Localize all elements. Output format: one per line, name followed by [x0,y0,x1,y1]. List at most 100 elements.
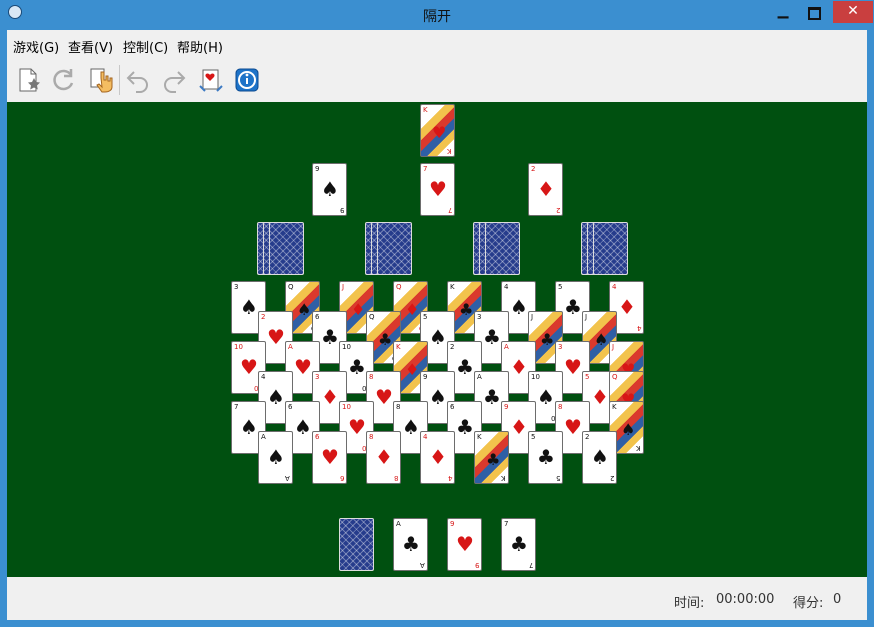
card-suit-icon: ♣ [456,355,474,379]
face-down-card [593,222,628,275]
card-suit-icon: ♥ [240,355,258,379]
card-suit-icon: ♠ [594,330,609,349]
card-suit-icon: ♠ [591,445,609,469]
card-rank-bottom: K [447,147,452,155]
playing-card[interactable]: 5♣5 [528,431,563,484]
card-suit-icon: ♥ [564,355,582,379]
card-suit-icon: ♣ [540,330,555,349]
maximize-button[interactable] [799,1,829,23]
card-suit-icon: ♣ [537,445,555,469]
card-rank: A [477,373,482,381]
card-suit-icon: ♥ [375,385,393,409]
card-rank: 9 [315,165,320,173]
card-suit-icon: ♣ [564,295,582,319]
playing-card[interactable]: A ♠ A [258,431,293,484]
card-suit-icon: ♦ [510,415,528,439]
undo-icon[interactable] [124,66,152,94]
toolbar [7,58,867,103]
playing-card[interactable]: 2 ♦ 2 [528,163,563,216]
card-suit-icon: ♠ [267,445,285,469]
card-suit-icon: ♦ [321,385,339,409]
card-suit-icon: ♠ [621,420,636,439]
new-game-icon[interactable] [14,66,42,94]
card-suit-icon: ♣ [378,330,393,349]
card-suit-icon: ♠ [294,415,312,439]
playing-card[interactable]: 8 ♦ 8 [366,431,401,484]
status-bar: 时间: 00:00:00 得分: 0 [7,577,867,620]
card-suit-icon: ♠ [402,415,420,439]
deal-cards-icon[interactable] [197,66,225,94]
card-suit-icon: ♥ [432,123,447,142]
card-suit-icon: ♠ [297,300,312,319]
card-rank: J [585,313,588,321]
card-suit-icon: ♣ [402,532,420,556]
card-rank: 6 [315,433,320,441]
card-suit-icon: ♦ [375,445,393,469]
card-rank: 5 [423,313,428,321]
card-rank: 3 [558,343,563,351]
card-rank: 5 [585,373,590,381]
card-suit-icon: ♦ [429,445,447,469]
window-title: 隔开 [423,9,451,25]
playing-card[interactable]: 2 ♠ 2 [582,431,617,484]
card-rank: 9 [423,373,428,381]
playing-card[interactable]: K ♥ K [420,104,455,157]
restart-icon[interactable] [50,66,78,94]
solitaire-window: 隔开 ▁ ✕ 游戏(G) 查看(V) 控制(C) 帮助(H) K ♥ K 9 ♠ 9 7 ♥ 7… [0,0,874,627]
playing-card[interactable]: 6 ♥ 6 [312,431,347,484]
card-rank: Q [396,283,402,291]
card-suit-icon: ♣ [486,450,501,469]
menu-bar: 游戏(G) 查看(V) 控制(C) 帮助(H) [7,30,867,58]
card-suit-icon: ♠ [537,385,555,409]
game-board: K♥K9♠97♥72♦23♠3Q♠QJ♦JQ♦QK♣K4♠45♣54♦42♥26… [7,102,867,577]
card-rank: 9 [450,520,455,528]
card-rank: 7 [423,165,428,173]
menu-game[interactable]: 游戏(G) [13,37,59,56]
minimize-button[interactable]: ▁ [768,1,798,23]
card-suit-icon: ♦ [405,360,420,379]
playing-card[interactable]: 9 ♥ 9 [447,518,482,571]
card-suit-icon: ♥ [429,177,447,201]
card-suit-icon: ♠ [240,295,258,319]
playing-card[interactable]: 4 ♦ 4 [420,431,455,484]
time-label: 时间: [674,596,705,611]
card-rank: 5 [558,283,563,291]
card-rank-bottom: 4 [447,474,452,482]
card-rank: 4 [504,283,509,291]
card-rank: 2 [531,165,536,173]
face-down-card [485,222,520,275]
card-suit-icon: ♥ [348,415,366,439]
card-suit-icon: ♠ [429,385,447,409]
card-rank: J [342,283,345,291]
card-rank-bottom: 4 [636,324,641,332]
playing-card[interactable]: 7 ♥ 7 [420,163,455,216]
card-suit-icon: ♣ [321,325,339,349]
stock-pile[interactable] [339,518,374,571]
card-rank-bottom: 7 [447,206,452,214]
card-suit-icon: ♠ [240,415,258,439]
card-suit-icon: ♥ [564,415,582,439]
score-label: 得分: [793,596,824,611]
close-button[interactable]: ✕ [833,1,873,23]
menu-help[interactable]: 帮助(H) [177,37,223,56]
playing-card[interactable]: 9♠9 [312,163,347,216]
maximize-icon [807,7,821,20]
playing-card[interactable]: K♣K [474,431,509,484]
card-rank: 2 [585,433,590,441]
hint-icon[interactable] [86,66,114,94]
menu-control[interactable]: 控制(C) [123,37,168,56]
info-icon[interactable] [233,66,261,94]
card-rank: K [612,403,617,411]
card-rank: 7 [504,520,509,528]
card-rank: 8 [558,403,563,411]
card-rank-bottom: 6 [339,474,344,482]
menu-view[interactable]: 查看(V) [68,37,113,56]
card-rank: 10 [342,403,351,411]
card-rank-bottom: 2 [555,206,560,214]
card-suit-icon: ♦ [510,355,528,379]
card-rank: 4 [612,283,617,291]
redo-icon[interactable] [160,66,188,94]
card-rank: 6 [288,403,293,411]
playing-card[interactable]: 7 ♣ 7 [501,518,536,571]
playing-card[interactable]: A♣A [393,518,428,571]
